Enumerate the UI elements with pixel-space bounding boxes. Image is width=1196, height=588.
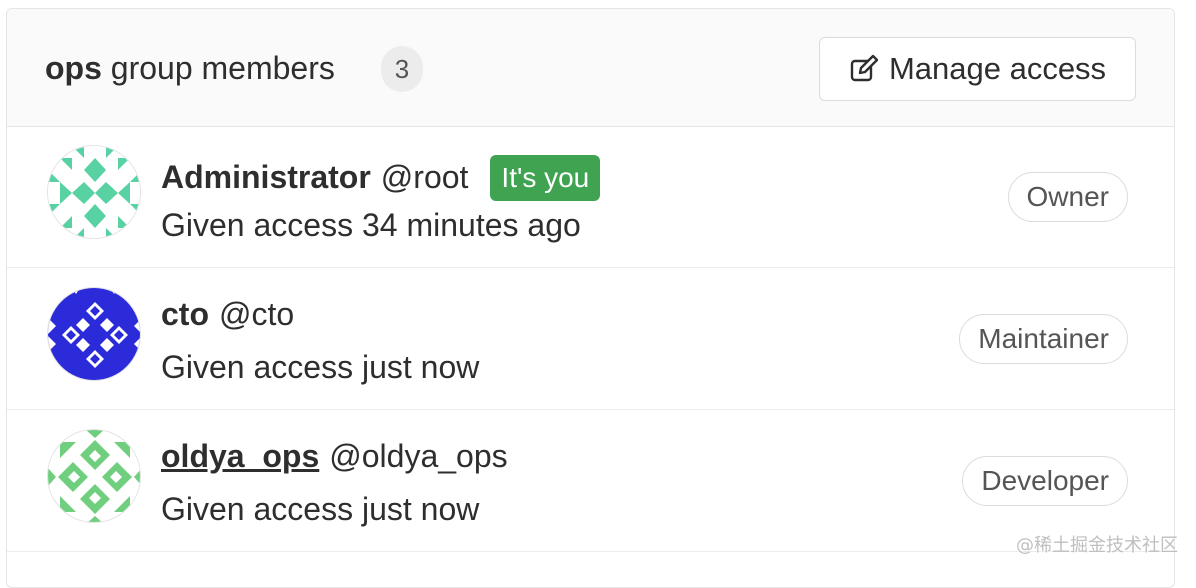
member-row-administrator: Administrator @root It's you Given acces… — [7, 126, 1174, 268]
identicon — [48, 430, 141, 523]
role-badge: Owner — [1008, 172, 1128, 222]
manage-access-button[interactable]: Manage access — [819, 37, 1136, 101]
avatar[interactable] — [47, 287, 141, 381]
identicon — [48, 146, 141, 239]
access-granted-text: Given access just now — [161, 348, 479, 386]
member-name[interactable]: cto — [161, 295, 209, 333]
identicon — [48, 288, 141, 381]
manage-access-label: Manage access — [889, 51, 1106, 87]
role-badge: Developer — [962, 456, 1128, 506]
member-identity: cto @cto — [161, 295, 294, 333]
its-you-badge: It's you — [490, 155, 600, 201]
member-row-cto: cto @cto Given access just now Maintaine… — [7, 268, 1174, 410]
panel-title: ops group members — [45, 49, 335, 87]
member-username: @oldya_ops — [329, 437, 507, 475]
member-row-oldya-ops: oldya_ops @oldya_ops Given access just n… — [7, 410, 1174, 552]
member-username: @cto — [219, 295, 294, 333]
member-username: @root — [381, 158, 469, 196]
member-identity: oldya_ops @oldya_ops — [161, 437, 508, 475]
access-granted-text: Given access just now — [161, 490, 479, 528]
member-name[interactable]: Administrator — [161, 158, 371, 196]
avatar[interactable] — [47, 145, 141, 239]
avatar[interactable] — [47, 429, 141, 523]
member-name[interactable]: oldya_ops — [161, 437, 319, 475]
panel-header: ops group members 3 Manage access — [7, 9, 1174, 127]
members-panel: ops group members 3 Manage access — [6, 8, 1175, 588]
group-name: ops — [45, 50, 102, 86]
watermark: @稀土掘金技术社区 — [1016, 531, 1178, 557]
title-suffix: group members — [102, 50, 335, 86]
edit-icon — [849, 54, 879, 84]
member-identity: Administrator @root It's you — [161, 153, 600, 201]
access-granted-text: Given access 34 minutes ago — [161, 206, 581, 244]
role-badge: Maintainer — [959, 314, 1128, 364]
member-count-badge: 3 — [381, 46, 423, 92]
